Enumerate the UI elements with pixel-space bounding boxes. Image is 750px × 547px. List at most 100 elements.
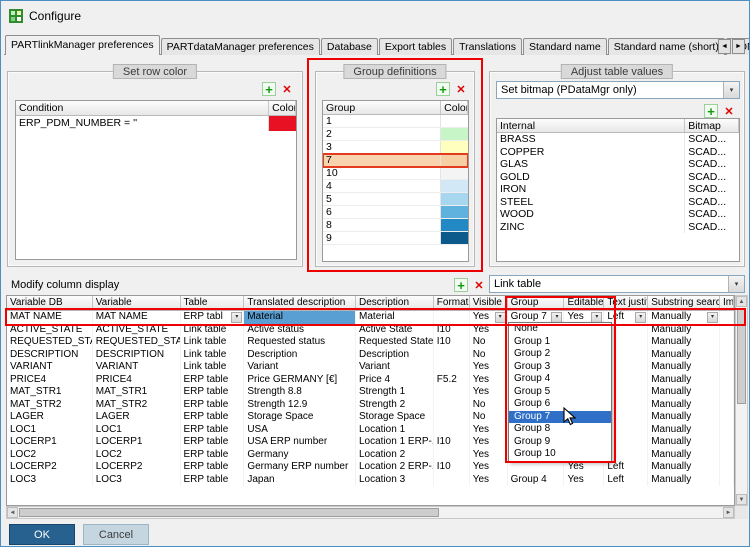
vertical-scrollbar[interactable]: ▲ ▼ xyxy=(735,295,748,506)
cell-format[interactable] xyxy=(434,386,470,399)
horizontal-scrollbar-thumb[interactable] xyxy=(19,508,439,517)
scroll-up-icon[interactable]: ▲ xyxy=(736,296,747,307)
cell-substring[interactable]: Manually xyxy=(648,436,720,449)
tab-scroll-left-icon[interactable]: ◄ xyxy=(718,39,731,54)
color-swatch[interactable] xyxy=(269,116,296,131)
table-row[interactable]: VARIANTVARIANTLink tableVariantVariantYe… xyxy=(7,361,734,374)
cell-im[interactable] xyxy=(720,424,734,437)
color-swatch[interactable] xyxy=(441,232,468,244)
tab-database[interactable]: Database xyxy=(321,38,378,55)
internal-cell[interactable]: STEEL xyxy=(497,196,685,209)
cell-table[interactable]: ERP table xyxy=(181,386,245,399)
vertical-scrollbar-thumb[interactable] xyxy=(737,308,746,404)
chevron-down-icon[interactable]: ▾ xyxy=(635,312,646,323)
table-row[interactable]: 9 xyxy=(323,232,468,245)
column-header-group[interactable]: Group xyxy=(323,101,441,114)
set-bitmap-dropdown[interactable]: Set bitmap (PDataMgr only) ▾ xyxy=(496,81,740,99)
internal-cell[interactable]: WOOD xyxy=(497,208,685,221)
cell-visible[interactable]: No xyxy=(470,411,508,424)
cell-editable[interactable]: Yes xyxy=(564,461,604,474)
cell-translated[interactable]: Strength 12.9 xyxy=(244,399,356,412)
cell-im[interactable] xyxy=(720,324,734,337)
cell-variable[interactable]: LOC3 xyxy=(93,474,181,487)
cell-variable-db[interactable]: PRICE4 xyxy=(7,374,93,387)
cell-table[interactable]: ERP table xyxy=(181,411,245,424)
dropdown-option[interactable]: Group 2 xyxy=(509,348,611,361)
cell-variable-db[interactable]: REQUESTED_STATE xyxy=(7,336,93,349)
color-swatch[interactable] xyxy=(441,154,468,166)
table-row[interactable]: 7 xyxy=(323,154,468,167)
cell-visible[interactable]: No xyxy=(470,349,508,362)
cell-visible[interactable]: Yes xyxy=(470,324,508,337)
add-column-icon[interactable]: + xyxy=(454,278,468,292)
internal-cell[interactable]: GLAS xyxy=(497,158,685,171)
cell-variable-db[interactable]: VARIANT xyxy=(7,361,93,374)
dropdown-option[interactable]: Group 4 xyxy=(509,373,611,386)
column-header[interactable]: Format xyxy=(434,296,470,310)
cell-format[interactable]: I10 xyxy=(434,336,470,349)
table-row[interactable]: 10 xyxy=(323,167,468,180)
cell-translated[interactable]: Active status xyxy=(244,324,356,337)
column-header[interactable]: Editable xyxy=(564,296,604,310)
dropdown-option[interactable]: Group 7 xyxy=(509,411,611,424)
cell-variable[interactable]: MAT_STR1 xyxy=(93,386,181,399)
chevron-down-icon[interactable]: ▾ xyxy=(723,82,739,98)
cell-variable[interactable]: REQUESTED_STATE xyxy=(93,336,181,349)
cell-description[interactable]: Material xyxy=(356,311,434,324)
cell-im[interactable] xyxy=(720,411,734,424)
delete-row-color-icon[interactable]: ✕ xyxy=(280,82,294,96)
cell-im[interactable] xyxy=(720,311,734,324)
cell-translated[interactable]: Requested status xyxy=(244,336,356,349)
column-header-color[interactable]: Color xyxy=(269,101,296,115)
column-header[interactable]: Table xyxy=(181,296,245,310)
cell-translated[interactable]: USA xyxy=(244,424,356,437)
cell-table[interactable]: ERP table xyxy=(181,374,245,387)
cell-description[interactable]: Location 2 xyxy=(356,449,434,462)
cell-table[interactable]: Link table xyxy=(181,324,245,337)
chevron-down-icon[interactable]: ▾ xyxy=(728,276,744,292)
internal-cell[interactable]: GOLD xyxy=(497,171,685,184)
bitmap-cell[interactable]: SCAD... xyxy=(685,183,739,196)
cancel-button[interactable]: Cancel xyxy=(83,524,149,545)
cell-description[interactable]: Strength 2 xyxy=(356,399,434,412)
table-row[interactable]: STEELSCAD... xyxy=(497,196,739,209)
cell-variable-db[interactable]: LOC3 xyxy=(7,474,93,487)
tab-standard-name-short-[interactable]: Standard name (short) xyxy=(608,38,725,55)
cell-format[interactable]: I10 xyxy=(434,436,470,449)
table-row[interactable]: 1 xyxy=(323,115,468,128)
cell-description[interactable]: Active State xyxy=(356,324,434,337)
cell-format[interactable] xyxy=(434,424,470,437)
cell-visible[interactable]: Yes xyxy=(470,424,508,437)
cell-variable[interactable]: LOC2 xyxy=(93,449,181,462)
cell-im[interactable] xyxy=(720,336,734,349)
cell-variable[interactable]: LOC1 xyxy=(93,424,181,437)
tab-partdatamanager-preferences[interactable]: PARTdataManager preferences xyxy=(161,38,320,55)
cell-substring[interactable]: Manually xyxy=(648,336,720,349)
cell-variable-db[interactable]: LOCERP1 xyxy=(7,436,93,449)
cell-table[interactable]: ERP table xyxy=(181,474,245,487)
add-row-color-icon[interactable]: + xyxy=(262,82,276,96)
tab-partlinkmanager-preferences[interactable]: PARTlinkManager preferences xyxy=(5,35,160,55)
cell-im[interactable] xyxy=(720,386,734,399)
cell-editable[interactable]: Yes xyxy=(564,474,604,487)
table-row[interactable]: ACTIVE_STATEACTIVE_STATELink tableActive… xyxy=(7,324,734,337)
table-row[interactable]: REQUESTED_STATEREQUESTED_STATELink table… xyxy=(7,336,734,349)
cell-format[interactable] xyxy=(434,449,470,462)
cell-substring[interactable]: Manually xyxy=(648,461,720,474)
dropdown-option[interactable]: None xyxy=(509,323,611,336)
table-row[interactable]: LOC2LOC2ERP tableGermanyLocation 2YesMan… xyxy=(7,449,734,462)
cell-description[interactable]: Location 3 xyxy=(356,474,434,487)
scroll-down-icon[interactable]: ▼ xyxy=(736,494,747,505)
column-header[interactable]: Text justifi xyxy=(604,296,648,310)
cell-translated[interactable]: Germany ERP number xyxy=(244,461,356,474)
column-header[interactable]: Translated description xyxy=(244,296,356,310)
cell-visible[interactable]: Yes xyxy=(470,474,508,487)
cell-table[interactable]: ERP table xyxy=(181,399,245,412)
internal-cell[interactable]: IRON xyxy=(497,183,685,196)
cell-visible[interactable]: Yes xyxy=(470,436,508,449)
scroll-right-icon[interactable]: ► xyxy=(723,507,734,518)
cell-variable-db[interactable]: ACTIVE_STATE xyxy=(7,324,93,337)
table-row[interactable]: MAT_STR1MAT_STR1ERP tableStrength 8.8Str… xyxy=(7,386,734,399)
scroll-left-icon[interactable]: ◄ xyxy=(7,507,18,518)
cell-table[interactable]: ERP tabl▾ xyxy=(181,311,245,324)
